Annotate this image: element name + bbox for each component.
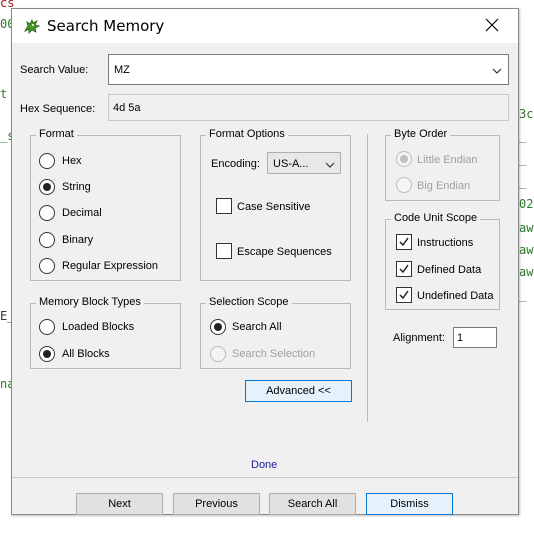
radio-all-blocks-label[interactable]: All Blocks [62,348,110,360]
hex-sequence-value: 4d 5a [113,102,141,114]
radio-search-selection[interactable] [210,346,226,362]
chevron-down-icon[interactable] [492,66,502,78]
dragon-icon [23,17,41,35]
code-fragment: 3c [519,107,534,121]
radio-little-endian[interactable] [396,151,412,167]
close-button[interactable] [472,11,512,41]
case-sensitive-label[interactable]: Case Sensitive [237,201,310,213]
selection-scope-group-title: Selection Scope [206,296,292,308]
alignment-label: Alignment: [393,332,445,344]
undefined-data-label[interactable]: Undefined Data [417,290,493,302]
hex-sequence-label: Hex Sequence: [20,103,96,115]
encoding-value: US-A... [273,158,309,170]
vertical-separator [367,134,368,422]
chevron-down-icon [325,160,335,172]
selection-scope-group: Selection Scope Search All Search Select… [200,296,351,369]
radio-search-all[interactable] [210,319,226,335]
format-group-title: Format [36,128,77,140]
code-fragment: _ [519,288,527,302]
radio-big-endian[interactable] [396,177,412,193]
code-fragment: awi [519,243,534,257]
dialog-title: Search Memory [47,17,165,35]
radio-decimal-label[interactable]: Decimal [62,207,102,219]
close-icon [485,18,499,35]
case-sensitive-checkbox[interactable] [216,198,232,214]
code-unit-scope-group-title: Code Unit Scope [391,212,481,224]
search-value-input[interactable]: MZ [114,64,130,76]
radio-big-endian-label[interactable]: Big Endian [417,180,470,192]
radio-little-endian-label[interactable]: Little Endian [417,154,478,166]
escape-sequences-checkbox[interactable] [216,243,232,259]
memory-block-types-group-title: Memory Block Types [36,296,144,308]
radio-search-selection-label[interactable]: Search Selection [232,348,315,360]
code-unit-scope-group: Code Unit Scope Instructions Defined Dat… [385,212,500,310]
hex-sequence-field: 4d 5a [108,94,509,121]
radio-loaded-blocks-label[interactable]: Loaded Blocks [62,321,134,333]
code-fragment: t [0,87,8,101]
instructions-checkbox[interactable] [396,234,412,250]
code-fragment: awi [519,221,534,235]
status-text: Done [251,459,278,471]
code-fragment: awi [519,265,534,279]
radio-loaded-blocks[interactable] [39,319,55,335]
search-value-label: Search Value: [20,64,89,76]
dialog-body: Search Value: MZ Hex Sequence: 4d 5a For… [12,43,518,515]
defined-data-checkbox[interactable] [396,261,412,277]
encoding-label: Encoding: [211,158,260,170]
previous-button[interactable]: Previous [173,493,260,515]
search-all-button[interactable]: Search All [269,493,356,515]
radio-string-label[interactable]: String [62,181,91,193]
radio-binary[interactable] [39,232,55,248]
title-bar[interactable]: Search Memory [12,9,518,43]
dismiss-button[interactable]: Dismiss [366,493,453,515]
format-options-group: Format Options Encoding: US-A... Case Se… [200,128,351,281]
code-fragment: _ [519,129,527,143]
radio-string[interactable] [39,179,55,195]
alignment-value[interactable]: 1 [457,332,463,344]
byte-order-group-title: Byte Order [391,128,451,140]
radio-regex[interactable] [39,258,55,274]
format-group: Format Hex String Decimal Binary Regular… [30,128,181,281]
instructions-label[interactable]: Instructions [417,237,473,249]
code-fragment: _ [519,152,527,166]
encoding-select[interactable]: US-A... [267,152,341,174]
search-value-combobox[interactable]: MZ [108,54,509,85]
defined-data-label[interactable]: Defined Data [417,264,481,276]
radio-search-all-label[interactable]: Search All [232,321,282,333]
radio-hex[interactable] [39,153,55,169]
radio-hex-label[interactable]: Hex [62,155,82,167]
radio-decimal[interactable] [39,205,55,221]
radio-all-blocks[interactable] [39,346,55,362]
radio-binary-label[interactable]: Binary [62,234,93,246]
code-fragment: _ [519,175,527,189]
format-options-group-title: Format Options [206,128,288,140]
code-fragment: 021 [519,197,534,211]
memory-block-types-group: Memory Block Types Loaded Blocks All Blo… [30,296,181,369]
escape-sequences-label[interactable]: Escape Sequences [237,246,332,258]
byte-order-group: Byte Order Little Endian Big Endian [385,128,500,201]
alignment-input[interactable]: 1 [453,327,497,348]
search-memory-dialog: Search Memory Search Value: MZ Hex Seque… [11,8,519,515]
radio-regex-label[interactable]: Regular Expression [62,260,158,272]
advanced-button[interactable]: Advanced << [245,380,352,402]
next-button[interactable]: Next [76,493,163,515]
footer-separator [12,477,518,478]
dismiss-button-label[interactable]: Dismiss [390,498,429,510]
undefined-data-checkbox[interactable] [396,287,412,303]
